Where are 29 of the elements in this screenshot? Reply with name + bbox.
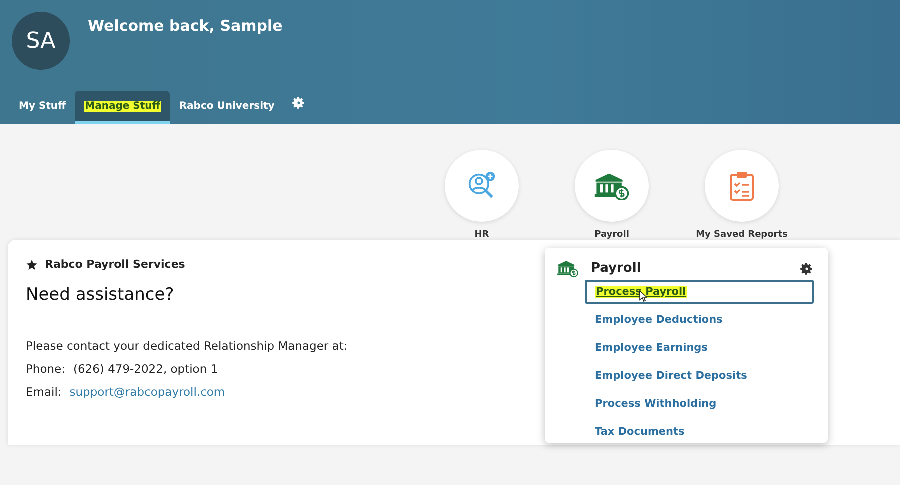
welcome-text: Welcome back, Sample bbox=[88, 17, 283, 35]
nav-tab[interactable]: My Stuff bbox=[10, 91, 76, 124]
menu-link[interactable]: Employee Earnings bbox=[585, 336, 814, 360]
menu-link[interactable]: Process Withholding bbox=[585, 392, 814, 416]
settings-icon[interactable] bbox=[800, 262, 814, 276]
email-link[interactable]: support@rabcopayroll.com bbox=[70, 385, 226, 399]
tile-label: HR bbox=[474, 230, 490, 240]
phone-label: Phone: bbox=[26, 362, 66, 376]
nav-tab[interactable]: Manage Stuff bbox=[75, 91, 170, 124]
clipboard-icon bbox=[729, 171, 755, 201]
tile-label: My Saved Reports bbox=[696, 230, 788, 240]
menu-link[interactable]: Tax Documents bbox=[585, 420, 814, 444]
card-heading: Need assistance? bbox=[26, 285, 174, 305]
bank-icon bbox=[557, 260, 579, 278]
person-search-icon bbox=[467, 171, 497, 201]
popup-title: Payroll bbox=[591, 261, 642, 276]
phone-number: (626) 479-2022, option 1 bbox=[74, 362, 218, 376]
nav-tab[interactable]: Rabco University bbox=[170, 91, 284, 124]
avatar: SA bbox=[12, 12, 70, 70]
menu-link[interactable]: Employee Deductions bbox=[585, 308, 814, 332]
bank-icon bbox=[594, 172, 630, 200]
menu-link[interactable]: Employee Direct Deposits bbox=[585, 364, 814, 388]
tile-label: Payroll bbox=[594, 230, 630, 240]
menu-link[interactable]: Process Payroll bbox=[585, 280, 814, 304]
star-icon bbox=[26, 258, 38, 270]
email-label: Email: bbox=[26, 385, 62, 399]
card-title: Rabco Payroll Services bbox=[45, 258, 186, 271]
contact-text: Please contact your dedicated Relationship Manager at: bbox=[26, 339, 348, 353]
pointer-icon bbox=[639, 290, 647, 302]
